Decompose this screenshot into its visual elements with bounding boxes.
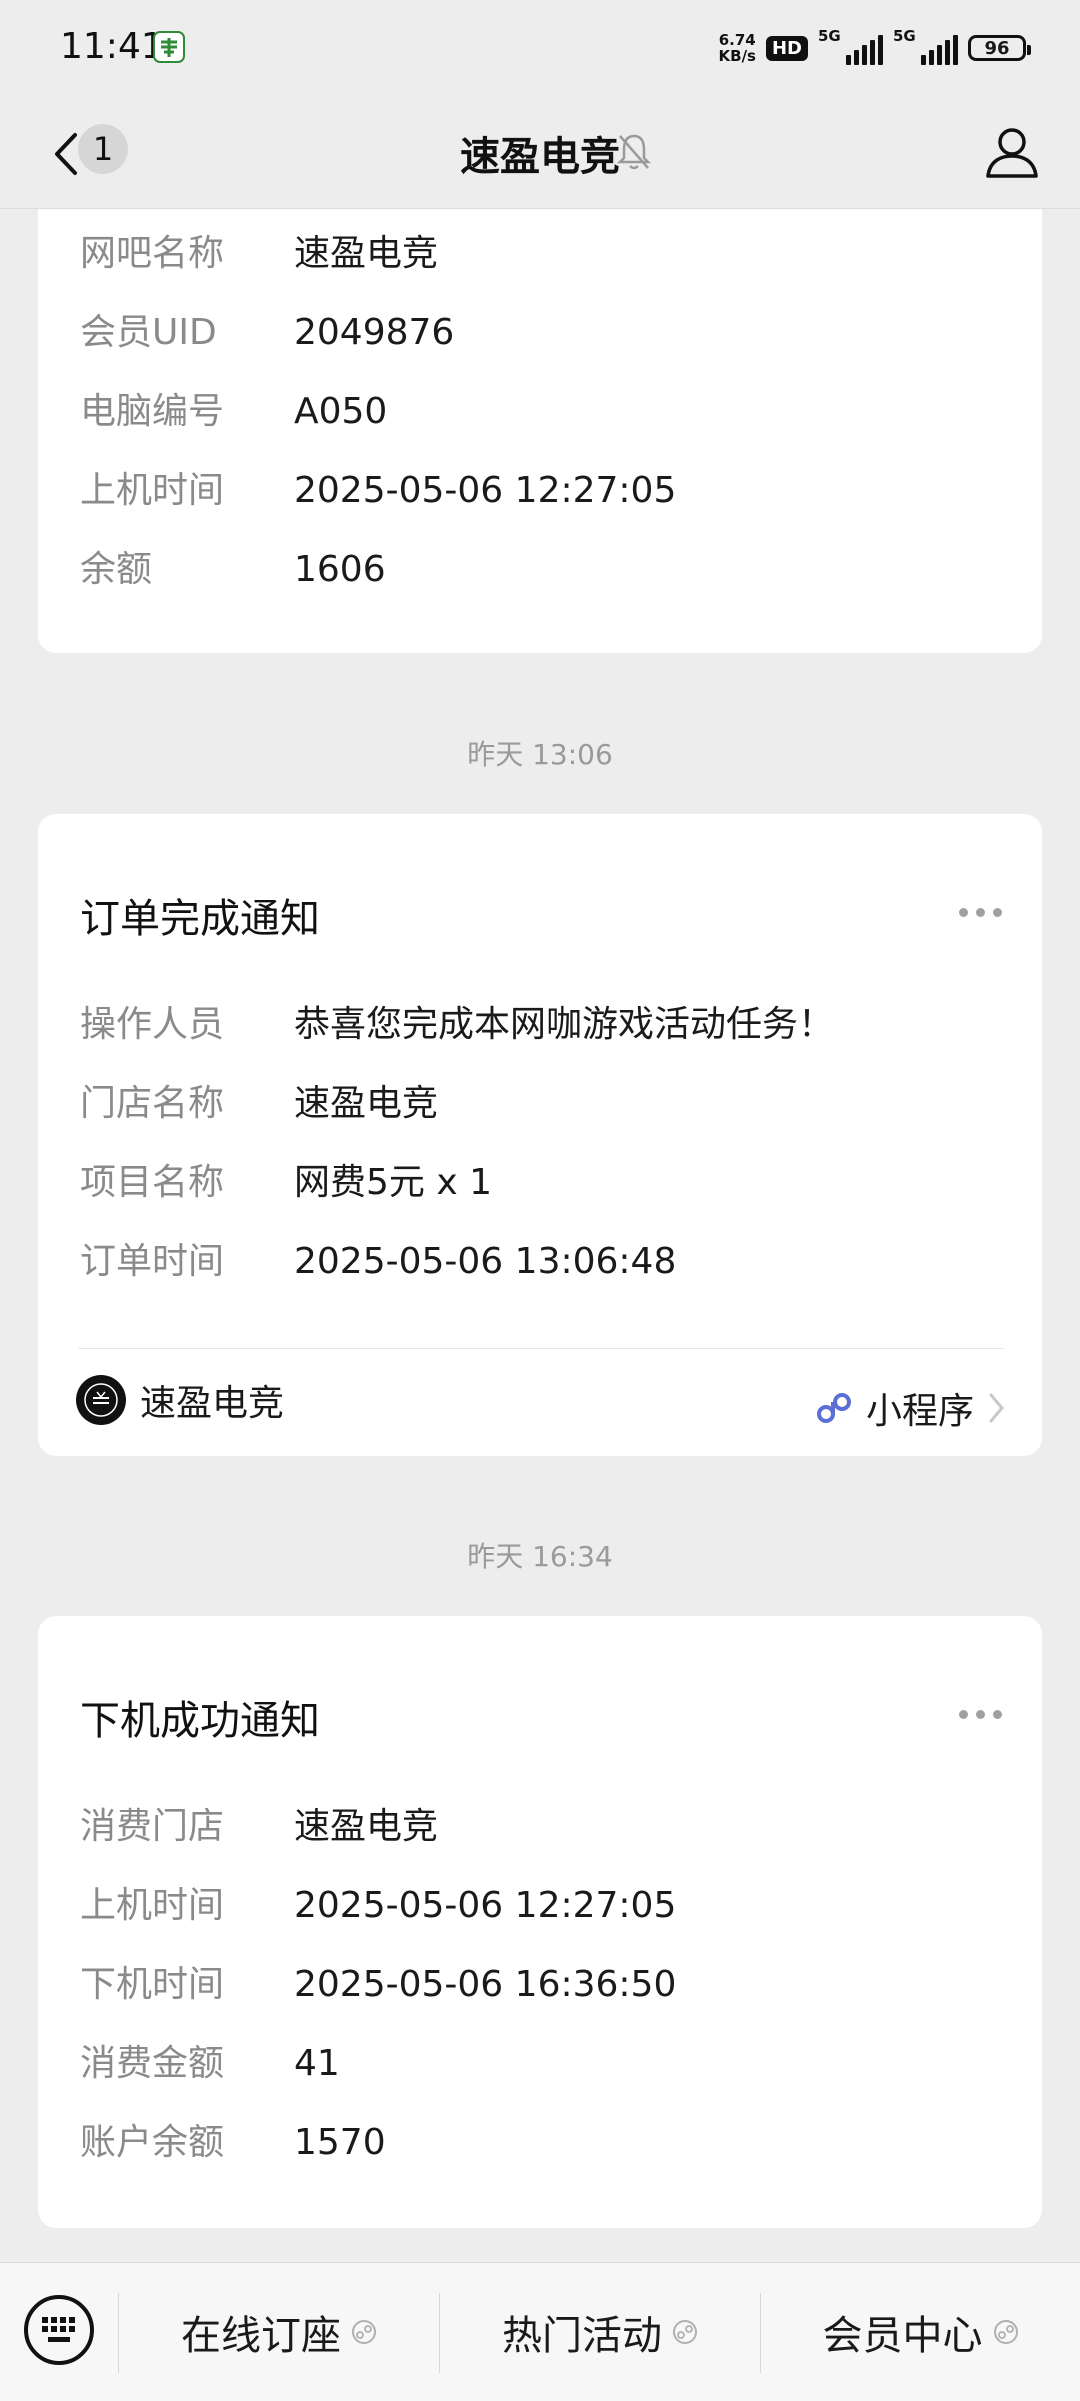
logout-notice-card[interactable]: 下机成功通知 消费门店 速盈电竞 上机时间 2025-05-06 12:27:05 …: [38, 1616, 1042, 2228]
mini-program-small-icon: [352, 2320, 376, 2344]
info-row: 下机时间 2025-05-06 16:36:50: [80, 1964, 677, 2005]
keyboard-icon: [24, 2295, 94, 2365]
info-row: 订单时间 2025-05-06 13:06:48: [80, 1241, 677, 1282]
info-row: 上机时间 2025-05-06 12:27:05: [80, 1885, 677, 1926]
keyboard-toggle-button[interactable]: [22, 2293, 96, 2367]
status-indicators: 6.74 KB/s HD 5G 5G 96: [718, 27, 1031, 68]
mute-bell-icon: [616, 130, 652, 174]
person-icon: [986, 128, 1038, 178]
info-row: 操作人员 恭喜您完成本网咖游戏活动任务！: [80, 1004, 835, 1045]
network-speed: 6.74 KB/s: [718, 31, 756, 65]
official-account-menu: 在线订座 热门活动 会员中心: [0, 2262, 1080, 2401]
info-row: 项目名称 网费5元 x 1: [80, 1162, 493, 1203]
menu-item-hot-activities[interactable]: 热门活动: [440, 2263, 760, 2401]
chevron-right-icon: [989, 1393, 1004, 1423]
open-mini-program-link[interactable]: 小程序: [814, 1382, 1006, 1434]
status-time: 11:41: [60, 26, 164, 67]
chat-title: 速盈电竞: [460, 134, 620, 180]
info-row: 余额 1606: [80, 549, 386, 590]
menu-item-online-booking[interactable]: 在线订座: [119, 2263, 439, 2401]
menu-item-member-center[interactable]: 会员中心: [761, 2263, 1080, 2401]
more-options-icon[interactable]: [959, 908, 1002, 917]
login-notice-card[interactable]: 网吧名称 速盈电竞 会员UID 2049876 电脑编号 A050 上机时间 2025-…: [38, 209, 1042, 653]
message-timestamp: 昨天 16:34: [467, 1540, 613, 1573]
hd-voice-icon: HD: [765, 35, 808, 61]
card-title: 下机成功通知: [80, 1698, 320, 1744]
mini-program-small-icon: [993, 2320, 1018, 2344]
battery-icon: 96: [968, 35, 1031, 61]
info-row: 网吧名称 速盈电竞: [80, 233, 439, 274]
profile-button[interactable]: [982, 122, 1042, 182]
signal-sim1-icon: 5G: [818, 27, 883, 65]
info-row: 电脑编号 A050: [80, 391, 388, 432]
mini-program-small-icon: [673, 2320, 697, 2344]
card-divider: [78, 1348, 1004, 1349]
more-options-icon[interactable]: [959, 1710, 1002, 1719]
brand-logo-icon: [76, 1375, 126, 1425]
info-row: 账户余额 1570: [80, 2122, 386, 2163]
notification-app-icon: [152, 30, 186, 64]
chat-header: 1 速盈电竞: [0, 100, 1080, 209]
info-row: 消费门店 速盈电竞: [80, 1806, 439, 1847]
info-row: 会员UID 2049876: [80, 312, 455, 353]
status-bar: 11:41 6.74 KB/s HD 5G 5G 96: [0, 0, 1080, 100]
info-row: 门店名称 速盈电竞: [80, 1083, 439, 1124]
info-row: 消费金额 41: [80, 2043, 340, 2084]
mini-program-source[interactable]: 速盈电竞: [76, 1374, 284, 1426]
signal-sim2-icon: 5G: [893, 27, 958, 65]
mini-program-icon: [816, 1393, 851, 1423]
card-title: 订单完成通知: [80, 896, 320, 942]
info-row: 上机时间 2025-05-06 12:27:05: [80, 470, 677, 511]
order-complete-card[interactable]: 订单完成通知 操作人员 恭喜您完成本网咖游戏活动任务！ 门店名称 速盈电竞 项目名称…: [38, 814, 1042, 1456]
message-timestamp: 昨天 13:06: [467, 738, 613, 771]
